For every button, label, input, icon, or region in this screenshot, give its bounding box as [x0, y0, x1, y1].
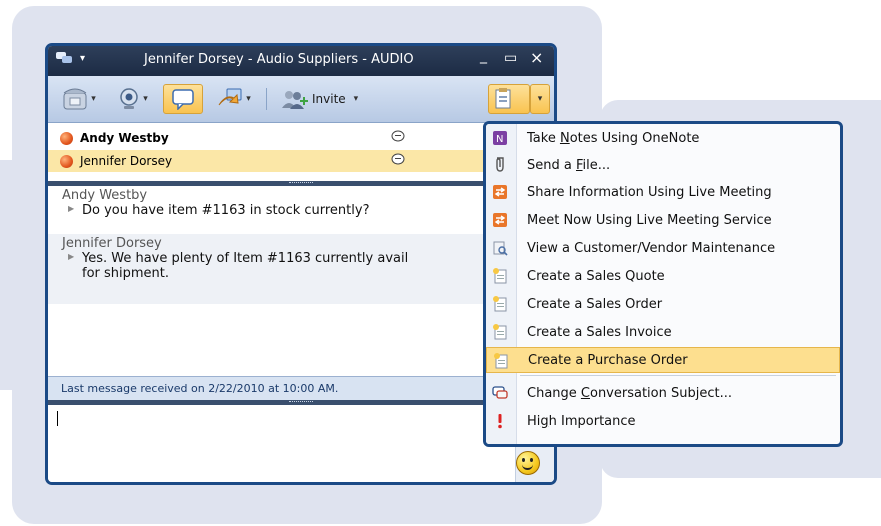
splitter-grip [289, 182, 313, 185]
participant-list: Andy Westby Jennifer Dorsey [48, 123, 554, 181]
new-document-icon [493, 324, 507, 340]
message-input[interactable] [48, 405, 554, 482]
invite-label: Invite [312, 92, 346, 106]
message-line: ▶ Do you have item #1163 in stock current… [62, 203, 554, 218]
menu-item-label: Send a File... [527, 157, 611, 173]
menu-item-view-customer-vendor[interactable]: View a Customer/Vendor Maintenance [486, 235, 840, 261]
menu-item-label: Share Information Using Live Meeting [527, 184, 772, 200]
conversation-window: ▾ Jennifer Dorsey - Audio Suppliers - AU… [45, 43, 557, 485]
menu-item-label: View a Customer/Vendor Maintenance [527, 240, 776, 256]
participant-jennifer-dorsey[interactable]: Jennifer Dorsey [48, 150, 554, 172]
svg-text:N: N [496, 134, 503, 145]
invite-people-icon [282, 91, 308, 109]
message-sender: Andy Westby [62, 188, 148, 203]
action-menu-icon [495, 88, 511, 109]
message-line: ▶ Yes. We have plenty of Item #1163 curre… [62, 251, 554, 266]
menu-item-take-notes[interactable]: N Take Notes Using OneNote [486, 125, 840, 151]
action-menu-dropdown-icon: ▾ [537, 94, 543, 104]
text-caret [57, 411, 58, 426]
action-menu: N Take Notes Using OneNote Send a File..… [483, 121, 843, 447]
bullet-arrow-icon: ▶ [68, 252, 75, 261]
onenote-icon: N [493, 131, 507, 145]
quick-access-dropdown-icon[interactable]: ▾ [80, 53, 85, 64]
toolbar: ▾ ▾ ▾ Invite ▾ ▾ [48, 76, 554, 123]
phone-dropdown-icon[interactable]: ▾ [91, 94, 96, 104]
message-block: Andy Westby ▶ Do you have item #1163 in s… [48, 186, 554, 222]
message-history: Andy Westby ▶ Do you have item #1163 in s… [48, 186, 554, 376]
message-line-continued: for shipment. [62, 266, 554, 281]
menu-item-label: Create a Purchase Order [528, 352, 688, 368]
menu-item-meet-now[interactable]: Meet Now Using Live Meeting Service [486, 207, 840, 233]
send-file-icon [496, 157, 504, 172]
chat-bubble-icon [391, 153, 405, 169]
menu-item-label: Create a Sales Order [527, 296, 663, 312]
menu-separator [520, 375, 836, 376]
emoticon-icon[interactable] [516, 451, 540, 475]
menu-item-high-importance[interactable]: High Importance [486, 408, 840, 434]
last-message-status: Last message received on 2/22/2010 at 10… [61, 382, 339, 395]
new-document-icon [494, 353, 508, 369]
menu-item-create-sales-order[interactable]: Create a Sales Order [486, 291, 840, 317]
invite-button[interactable]: Invite ▾ [274, 84, 374, 114]
message-text: Do you have item #1163 in stock currentl… [82, 203, 370, 218]
background-panel-bottom-left [0, 160, 20, 390]
action-menu-button[interactable] [488, 84, 530, 114]
view-record-icon [493, 241, 508, 256]
message-block: Jennifer Dorsey ▶ Yes. We have plenty of … [48, 234, 554, 304]
live-meeting-icon [493, 213, 507, 227]
high-importance-icon [498, 414, 502, 429]
window-title: Jennifer Dorsey - Audio Suppliers - AUDI… [144, 52, 414, 67]
presence-busy-icon [60, 154, 73, 168]
menu-item-create-purchase-order[interactable]: Create a Purchase Order [486, 347, 840, 373]
menu-item-label: Take Notes Using OneNote [527, 130, 700, 146]
status-bar: Last message received on 2/22/2010 at 10… [48, 376, 554, 401]
participant-name: Jennifer Dorsey [80, 154, 173, 168]
toolbar-separator [266, 88, 267, 110]
menu-item-create-sales-quote[interactable]: Create a Sales Quote [486, 263, 840, 289]
menu-item-label: Create a Sales Invoice [527, 324, 672, 340]
menu-item-share-live-meeting[interactable]: Share Information Using Live Meeting [486, 179, 840, 205]
menu-item-change-subject[interactable]: Change Conversation Subject... [486, 380, 840, 406]
splitter-grip [289, 401, 313, 404]
menu-item-label: High Importance [527, 413, 636, 429]
participant-name: Andy Westby [80, 131, 169, 145]
chat-bubble-icon [391, 130, 405, 146]
new-document-icon [493, 268, 507, 284]
title-bar: ▾ Jennifer Dorsey - Audio Suppliers - AU… [48, 46, 554, 76]
menu-item-label: Create a Sales Quote [527, 268, 665, 284]
minimize-button[interactable]: _ [480, 48, 487, 64]
new-document-icon [493, 296, 507, 312]
conversation-subject-icon [492, 386, 508, 399]
presence-busy-icon [60, 131, 73, 145]
webcam-icon [120, 88, 138, 109]
video-button[interactable]: ▾ [110, 84, 156, 114]
menu-item-label: Change Conversation Subject... [527, 385, 732, 401]
invite-dropdown-icon[interactable]: ▾ [354, 94, 359, 104]
message-text: Yes. We have plenty of Item #1163 curren… [82, 251, 409, 266]
message-sender: Jennifer Dorsey [62, 236, 162, 251]
close-button[interactable]: × [530, 48, 543, 67]
share-button[interactable]: ▾ [208, 84, 260, 114]
phone-icon [63, 88, 87, 110]
share-icon [218, 88, 242, 106]
video-dropdown-icon[interactable]: ▾ [143, 94, 148, 104]
menu-item-create-sales-invoice[interactable]: Create a Sales Invoice [486, 319, 840, 345]
im-icon [172, 89, 194, 110]
message-text: for shipment. [82, 266, 170, 281]
menu-item-send-file[interactable]: Send a File... [486, 152, 840, 178]
bullet-arrow-icon: ▶ [68, 204, 75, 213]
participant-andy-westby[interactable]: Andy Westby [48, 127, 554, 149]
action-menu-dropdown-button[interactable]: ▾ [530, 84, 550, 114]
phone-button[interactable]: ▾ [54, 84, 104, 114]
maximize-button[interactable]: ▭ [504, 50, 517, 66]
conversation-app-icon[interactable] [56, 51, 74, 69]
live-meeting-icon [493, 185, 507, 199]
instant-message-button[interactable] [163, 84, 203, 114]
share-dropdown-icon[interactable]: ▾ [246, 94, 251, 104]
menu-item-label: Meet Now Using Live Meeting Service [527, 212, 772, 228]
